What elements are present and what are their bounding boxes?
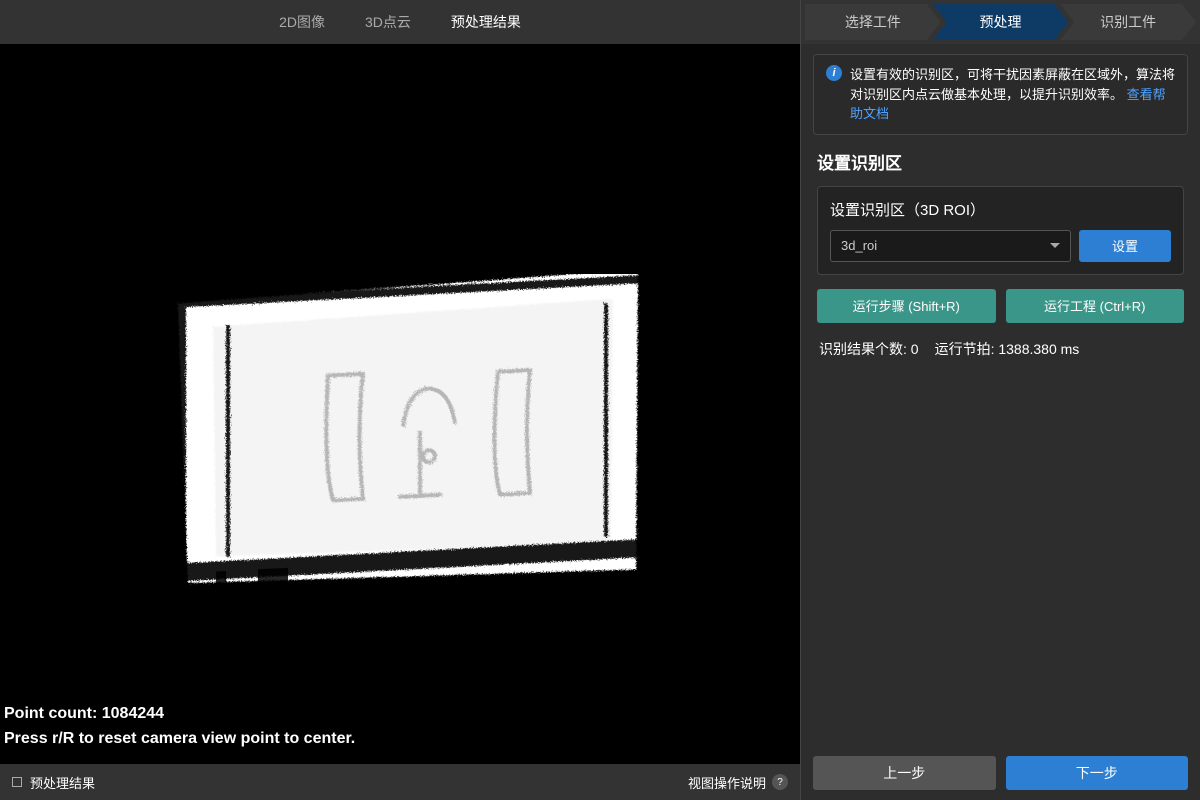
view-help-label[interactable]: 视图操作说明 <box>688 773 766 792</box>
section-title: 设置识别区 <box>817 149 1184 174</box>
set-roi-button[interactable]: 设置 <box>1079 230 1171 262</box>
viewport-overlay: Point count: 1084244 Press r/R to reset … <box>4 701 355 752</box>
pointcloud-preview <box>168 274 648 614</box>
roi-section: 设置识别区 设置识别区（3D ROI） 3d_roi 设置 运行步骤 (Shif… <box>801 145 1200 371</box>
run-step-button[interactable]: 运行步骤 (Shift+R) <box>817 289 996 323</box>
step-preprocess[interactable]: 预处理 <box>933 4 1069 40</box>
tab-3d-points[interactable]: 3D点云 <box>357 8 419 36</box>
step-nav: 选择工件 预处理 识别工件 <box>801 0 1200 44</box>
info-banner: i 设置有效的识别区，可将干扰因素屏蔽在区域外，算法将对识别区内点云做基本处理，… <box>813 54 1188 135</box>
tab-preprocess-result[interactable]: 预处理结果 <box>443 8 529 36</box>
point-count-label: Point count: 1084244 <box>4 701 355 727</box>
help-icon[interactable]: ? <box>772 774 788 790</box>
prev-button[interactable]: 上一步 <box>813 756 996 790</box>
status-checkbox[interactable] <box>12 777 22 787</box>
step-recognize[interactable]: 识别工件 <box>1060 4 1196 40</box>
viewport[interactable]: Point count: 1084244 Press r/R to reset … <box>0 44 800 764</box>
result-count: 识别结果个数: 0 <box>819 339 919 359</box>
main-panel: 2D图像 3D点云 预处理结果 <box>0 0 800 800</box>
run-project-button[interactable]: 运行工程 (Ctrl+R) <box>1006 289 1185 323</box>
roi-panel: 设置识别区（3D ROI） 3d_roi 设置 <box>817 186 1184 275</box>
roi-panel-title: 设置识别区（3D ROI） <box>830 199 1171 220</box>
roi-selected-value: 3d_roi <box>841 238 877 253</box>
run-time: 运行节拍: 1388.380 ms <box>935 339 1080 359</box>
status-bar: 预处理结果 视图操作说明 ? <box>0 764 800 800</box>
status-label: 预处理结果 <box>30 773 95 792</box>
info-text-wrap: 设置有效的识别区，可将干扰因素屏蔽在区域外，算法将对识别区内点云做基本处理，以提… <box>850 65 1175 124</box>
info-icon: i <box>826 65 842 81</box>
reset-hint: Press r/R to reset camera view point to … <box>4 726 355 752</box>
footer-nav: 上一步 下一步 <box>801 746 1200 800</box>
step-select[interactable]: 选择工件 <box>805 4 941 40</box>
result-text: 识别结果个数: 0 运行节拍: 1388.380 ms <box>817 339 1184 359</box>
tab-2d-image[interactable]: 2D图像 <box>271 8 333 36</box>
sidebar: 选择工件 预处理 识别工件 i 设置有效的识别区，可将干扰因素屏蔽在区域外，算法… <box>800 0 1200 800</box>
next-button[interactable]: 下一步 <box>1006 756 1189 790</box>
chevron-down-icon <box>1050 243 1060 248</box>
tab-bar: 2D图像 3D点云 预处理结果 <box>0 0 800 44</box>
roi-select[interactable]: 3d_roi <box>830 230 1071 262</box>
sidebar-fill <box>801 371 1200 747</box>
